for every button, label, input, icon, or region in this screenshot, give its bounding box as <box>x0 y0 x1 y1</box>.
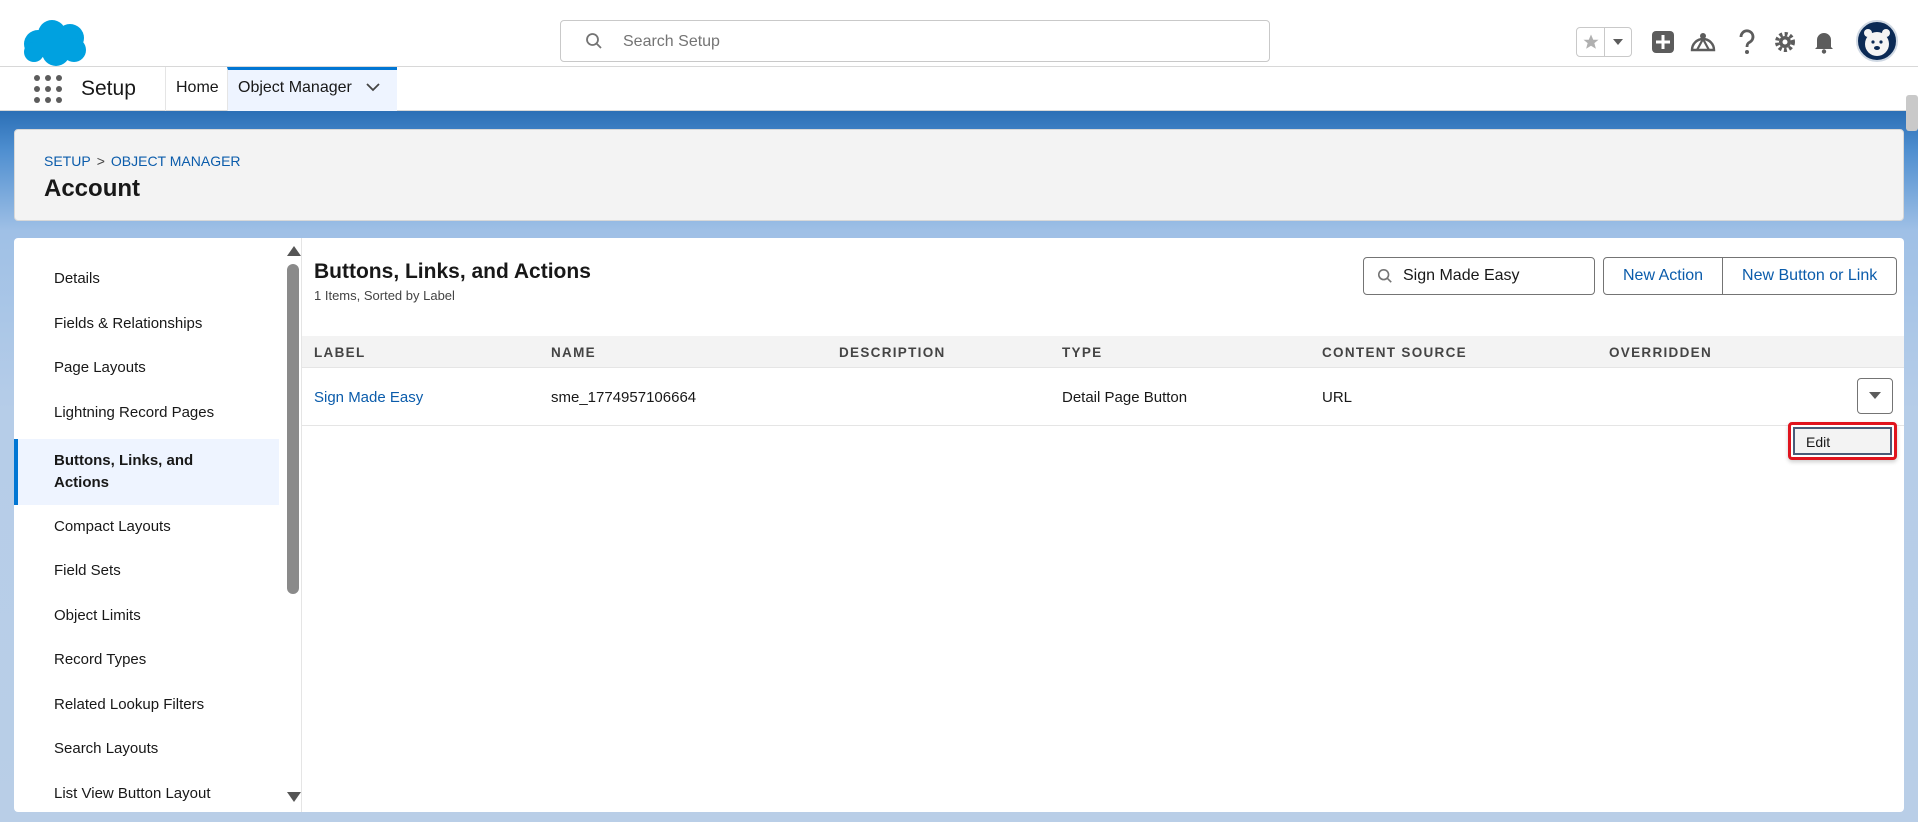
scroll-up-arrow-icon[interactable] <box>287 246 301 256</box>
page-title: Account <box>44 175 140 202</box>
nav-item-record-types[interactable]: Record Types <box>14 649 279 671</box>
buttons-links-actions-panel: Buttons, Links, and Actions 1 Items, Sor… <box>302 238 1904 812</box>
app-name: Setup <box>81 77 136 100</box>
chevron-down-icon[interactable] <box>1605 28 1631 56</box>
search-icon <box>585 32 603 50</box>
section-title: Buttons, Links, and Actions <box>314 260 591 283</box>
breadcrumb: SETUP > OBJECT MANAGER <box>44 153 241 169</box>
tab-home-label: Home <box>176 79 219 96</box>
scroll-down-arrow-icon[interactable] <box>287 792 301 802</box>
add-icon[interactable] <box>1649 28 1677 56</box>
nav-item-lightning-record-pages[interactable]: Lightning Record Pages <box>14 402 279 424</box>
row-content-source: URL <box>1322 389 1353 406</box>
chevron-down-icon[interactable] <box>366 79 380 97</box>
nav-item-buttons-links-actions[interactable]: Buttons, Links, and Actions <box>14 439 279 505</box>
column-header-name[interactable]: NAME <box>551 345 596 360</box>
app-launcher-icon[interactable] <box>34 75 62 103</box>
column-header-overridden[interactable]: OVERRIDDEN <box>1609 345 1712 360</box>
table-row: Sign Made Easy sme_1774957106664 Detail … <box>302 368 1904 426</box>
object-nav: Details Fields & Relationships Page Layo… <box>14 238 279 812</box>
row-label-link[interactable]: Sign Made Easy <box>314 389 423 406</box>
column-header-description[interactable]: DESCRIPTION <box>839 345 946 360</box>
main-card: Details Fields & Relationships Page Layo… <box>14 238 1904 812</box>
row-actions-menu: Edit <box>1788 422 1897 460</box>
global-search[interactable]: Search Setup <box>560 20 1270 62</box>
favorites-control[interactable] <box>1576 27 1632 57</box>
nav-item-details[interactable]: Details <box>14 268 279 290</box>
nav-item-fields-relationships[interactable]: Fields & Relationships <box>14 313 279 335</box>
page-header: SETUP > OBJECT MANAGER Account <box>14 129 1904 221</box>
nav-item-related-lookup-filters[interactable]: Related Lookup Filters <box>14 694 279 716</box>
tab-object-manager-label: Object Manager <box>238 79 352 97</box>
bell-icon[interactable] <box>1810 28 1838 56</box>
section-subtitle: 1 Items, Sorted by Label <box>314 288 455 303</box>
row-actions-button[interactable] <box>1857 378 1893 414</box>
row-name: sme_1774957106664 <box>551 389 697 406</box>
chevron-down-icon <box>1868 387 1882 405</box>
breadcrumb-separator: > <box>96 153 105 169</box>
column-header-content-source[interactable]: CONTENT SOURCE <box>1322 345 1467 360</box>
breadcrumb-setup[interactable]: SETUP <box>44 153 91 169</box>
quick-find-input[interactable]: Sign Made Easy <box>1363 257 1595 295</box>
nav-item-search-layouts[interactable]: Search Layouts <box>14 738 279 760</box>
search-icon <box>1377 268 1393 284</box>
action-button-group: New Action New Button or Link <box>1603 257 1898 295</box>
column-header-type[interactable]: TYPE <box>1062 345 1102 360</box>
page-scrollbar[interactable] <box>1906 95 1918 131</box>
scroll-thumb[interactable] <box>287 264 299 594</box>
column-header-label[interactable]: LABEL <box>314 345 366 360</box>
nav-item-list-view-button-layout[interactable]: List View Button Layout <box>14 783 279 805</box>
tab-object-manager[interactable]: Object Manager <box>227 67 397 111</box>
breadcrumb-object-manager[interactable]: OBJECT MANAGER <box>111 153 241 169</box>
nav-item-page-layouts[interactable]: Page Layouts <box>14 357 279 379</box>
quick-find-value: Sign Made Easy <box>1403 267 1520 284</box>
star-icon[interactable] <box>1577 28 1605 56</box>
nav-item-field-sets[interactable]: Field Sets <box>14 560 279 582</box>
context-bar: Setup Home Object Manager <box>0 67 1918 111</box>
new-button-or-link-button[interactable]: New Button or Link <box>1723 257 1898 295</box>
user-avatar[interactable] <box>1856 20 1898 62</box>
nav-item-object-limits[interactable]: Object Limits <box>14 605 279 627</box>
table-header: LABEL NAME DESCRIPTION TYPE CONTENT SOUR… <box>302 336 1904 368</box>
nav-scrollbar[interactable] <box>284 238 301 812</box>
salesforce-logo[interactable] <box>18 18 90 68</box>
menu-item-edit[interactable]: Edit <box>1793 427 1892 455</box>
new-action-button[interactable]: New Action <box>1603 257 1724 295</box>
tab-home[interactable]: Home <box>165 67 229 111</box>
row-type: Detail Page Button <box>1062 389 1188 406</box>
nav-item-compact-layouts[interactable]: Compact Layouts <box>14 516 279 538</box>
search-placeholder: Search Setup <box>623 33 720 50</box>
help-icon[interactable] <box>1733 28 1761 56</box>
global-header: Search Setup <box>0 0 1918 67</box>
gear-icon[interactable] <box>1771 28 1799 56</box>
trailhead-icon[interactable] <box>1689 28 1717 56</box>
